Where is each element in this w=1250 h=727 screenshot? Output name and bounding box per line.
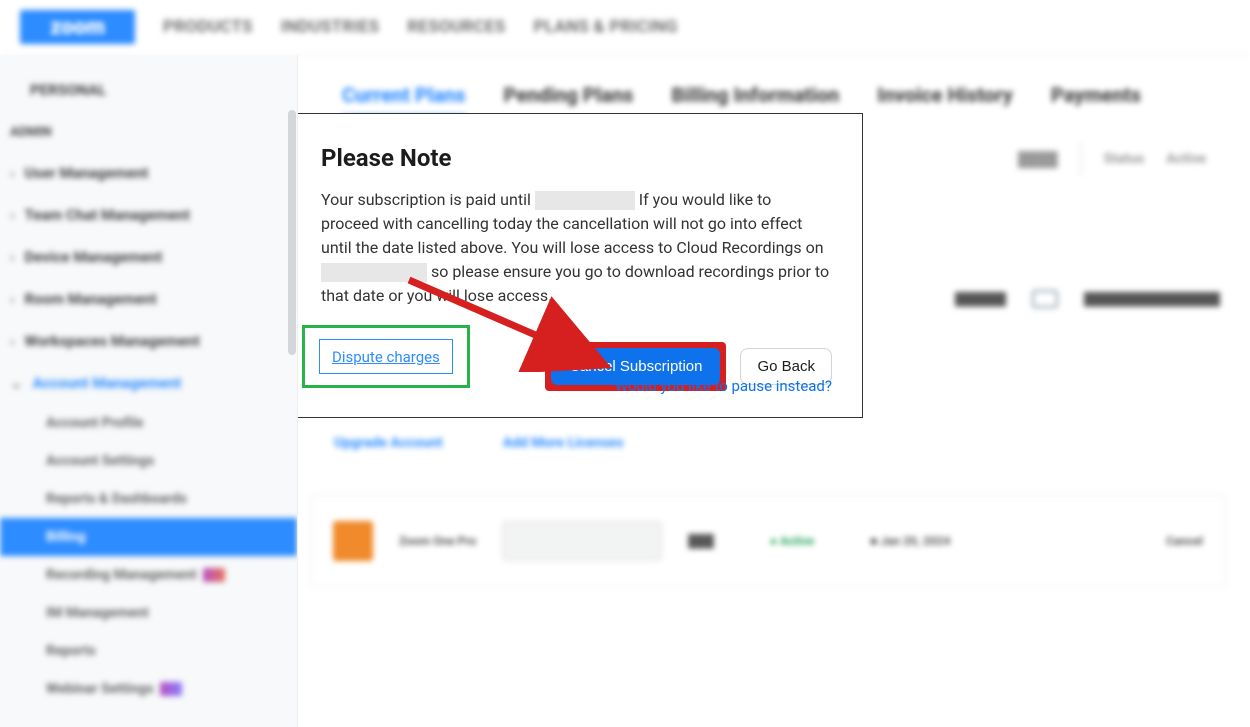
sidebar-child-recording-management[interactable]: Recording Management	[0, 556, 297, 594]
sidebar-admin-heading: ADMIN	[0, 113, 297, 152]
plan-name: Zoom One Pro	[399, 534, 476, 548]
plan-status: Active	[780, 534, 814, 548]
plan-billing-cycle: ███	[688, 534, 714, 548]
sidebar: PERSONAL ADMIN ›User Management ›Team Ch…	[0, 55, 298, 727]
plan-action-links: Upgrade Account Add More Licenses	[334, 435, 624, 451]
plan-detail-row: ██████ ████████████████	[955, 290, 1220, 308]
sidebar-item-device-management[interactable]: ›Device Management	[0, 236, 297, 278]
chevron-right-icon: ›	[10, 290, 15, 308]
logo[interactable]: zoom	[20, 10, 135, 44]
plan-card: Zoom One Pro ███ ● Active ■ Jan 20, 2024…	[310, 495, 1226, 587]
chevron-right-icon: ›	[10, 248, 15, 266]
beta-badge-icon	[203, 568, 225, 582]
arrow-annotation-icon	[391, 272, 621, 372]
info-status-label: Status	[1104, 151, 1145, 167]
top-nav-item[interactable]: PRODUCTS	[163, 17, 253, 37]
sidebar-item-user-management[interactable]: ›User Management	[0, 152, 297, 194]
tab-invoice-history[interactable]: Invoice History	[877, 83, 1013, 119]
main-content: Current Plans Pending Plans Billing Info…	[298, 55, 1250, 727]
plan-price: ██████	[955, 292, 1006, 306]
top-header: zoom PRODUCTS INDUSTRIES RESOURCES PLANS…	[0, 0, 1250, 55]
sidebar-item-account-management[interactable]: ⌄Account Management	[0, 362, 297, 404]
top-nav-item[interactable]: PLANS & PRICING	[534, 17, 678, 37]
info-status-value: Active	[1166, 151, 1206, 167]
add-licenses-link[interactable]: Add More Licenses	[503, 435, 624, 451]
sidebar-child-account-settings[interactable]: Account Settings	[0, 442, 297, 480]
chevron-right-icon: ›	[10, 332, 15, 350]
top-nav-item[interactable]: RESOURCES	[407, 17, 505, 37]
pause-instead-link[interactable]: Would you like to pause instead?	[615, 377, 832, 395]
plan-dropdown[interactable]	[502, 521, 662, 561]
tab-payments[interactable]: Payments	[1051, 83, 1141, 119]
sidebar-child-reports-dashboards[interactable]: Reports & Dashboards	[0, 480, 297, 518]
cancellation-note-dialog: Please Note Your subscription is paid un…	[298, 113, 863, 418]
chevron-right-icon: ›	[10, 206, 15, 224]
top-nav-item[interactable]: INDUSTRIES	[281, 17, 380, 37]
dialog-title: Please Note	[321, 144, 832, 172]
sidebar-child-account-profile[interactable]: Account Profile	[0, 404, 297, 442]
sidebar-child-reports[interactable]: Reports	[0, 632, 297, 670]
sidebar-item-room-management[interactable]: ›Room Management	[0, 278, 297, 320]
chevron-right-icon: ›	[10, 164, 15, 182]
plan-feature: ████████████████	[1084, 292, 1220, 306]
sidebar-item-workspaces-management[interactable]: ›Workspaces Management	[0, 320, 297, 362]
card-icon	[1032, 290, 1058, 308]
sidebar-item-team-chat-management[interactable]: ›Team Chat Management	[0, 194, 297, 236]
sidebar-child-webinar[interactable]: Webinar Settings	[0, 670, 297, 708]
sidebar-scrollbar[interactable]	[288, 110, 296, 355]
product-icon	[333, 521, 373, 561]
renewal-date: ■ Jan 20, 2024	[870, 534, 950, 548]
redacted-date	[535, 191, 635, 210]
beta-badge-icon	[160, 682, 182, 696]
upgrade-account-link[interactable]: Upgrade Account	[334, 435, 443, 451]
chevron-down-icon: ⌄	[10, 374, 23, 392]
sidebar-child-im-management[interactable]: IM Management	[0, 594, 297, 632]
plan-cancel-link[interactable]: Cancel	[1166, 534, 1203, 548]
sidebar-heading: PERSONAL	[0, 67, 297, 113]
info-chip: ████	[1018, 151, 1058, 168]
sidebar-child-billing[interactable]: Billing	[0, 518, 297, 556]
